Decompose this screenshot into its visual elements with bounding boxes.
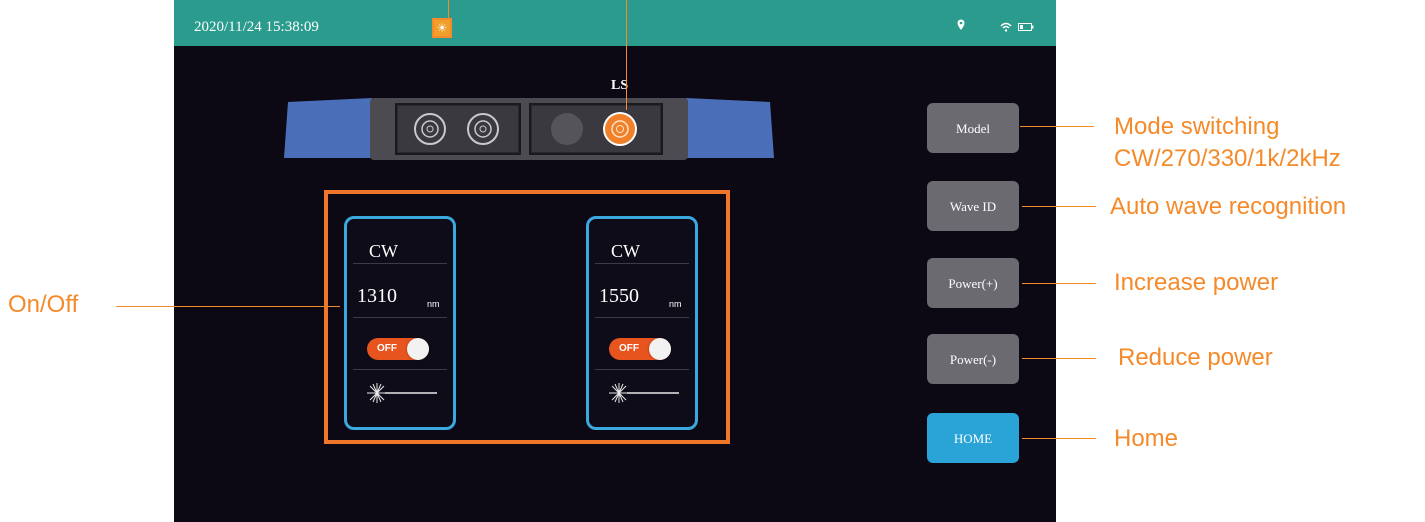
wave-id-button[interactable]: Wave ID: [927, 181, 1019, 231]
channel-2-card: CW 1550 nm OFF: [586, 216, 698, 430]
fiber-connector-panel: [284, 98, 774, 160]
callout-line-sun: [448, 0, 449, 20]
divider: [353, 369, 447, 370]
callout-reduce-power: Reduce power: [1118, 344, 1273, 371]
channel-panel: CW 1310 nm OFF CW 1550 nm OFF: [324, 190, 730, 444]
channel-mode: CW: [369, 241, 398, 261]
model-button[interactable]: Model: [927, 103, 1019, 153]
wifi-icon: [1000, 22, 1012, 32]
callout-mode-switching: Mode switching: [1114, 113, 1280, 140]
wavelength-unit: nm: [427, 299, 440, 309]
callout-line-wave: [1022, 206, 1096, 207]
channel-1-card: CW 1310 nm OFF: [344, 216, 456, 430]
channel-wavelength: 1550: [599, 285, 639, 307]
toggle-knob: [407, 338, 429, 360]
power-plus-button[interactable]: Power(+): [927, 258, 1019, 308]
callout-line-on-off: [116, 306, 340, 307]
toggle-label: OFF: [377, 343, 397, 354]
channel-1-onoff-toggle[interactable]: OFF: [367, 338, 429, 360]
divider: [353, 317, 447, 318]
callout-line-power-minus: [1022, 358, 1096, 359]
callout-increase-power: Increase power: [1114, 269, 1279, 296]
sun-icon: ☀: [432, 18, 452, 38]
callout-line-mode: [1020, 126, 1094, 127]
toggle-knob: [649, 338, 671, 360]
callout-line-home: [1022, 438, 1096, 439]
callout-line-connector: [626, 0, 627, 110]
location-icon: [957, 19, 965, 30]
power-minus-button[interactable]: Power(-): [927, 334, 1019, 384]
callout-line-power-plus: [1022, 283, 1096, 284]
status-datetime: 2020/11/24 15:38:09: [194, 19, 319, 35]
divider: [595, 263, 689, 264]
channel-mode: CW: [611, 241, 640, 261]
laser-icon: [609, 383, 679, 403]
channel-2-onoff-toggle[interactable]: OFF: [609, 338, 671, 360]
callout-mode-options: CW/270/330/1k/2kHz: [1114, 145, 1341, 172]
toggle-label: OFF: [619, 343, 639, 354]
divider: [595, 317, 689, 318]
divider: [353, 263, 447, 264]
channel-wavelength: 1310: [357, 285, 397, 307]
callout-on-off: On/Off: [8, 291, 79, 318]
laser-icon: [367, 383, 437, 403]
divider: [595, 369, 689, 370]
status-bar: 2020/11/24 15:38:09 ☀: [174, 0, 1056, 46]
wavelength-unit: nm: [669, 299, 682, 309]
callout-home: Home: [1114, 425, 1179, 452]
device-screen: 2020/11/24 15:38:09 ☀ LS CW 1310 nm OFF …: [174, 0, 1056, 522]
home-button[interactable]: HOME: [927, 413, 1019, 463]
callout-wave-recognition: Auto wave recognition: [1110, 193, 1347, 220]
battery-icon: [1018, 23, 1034, 31]
